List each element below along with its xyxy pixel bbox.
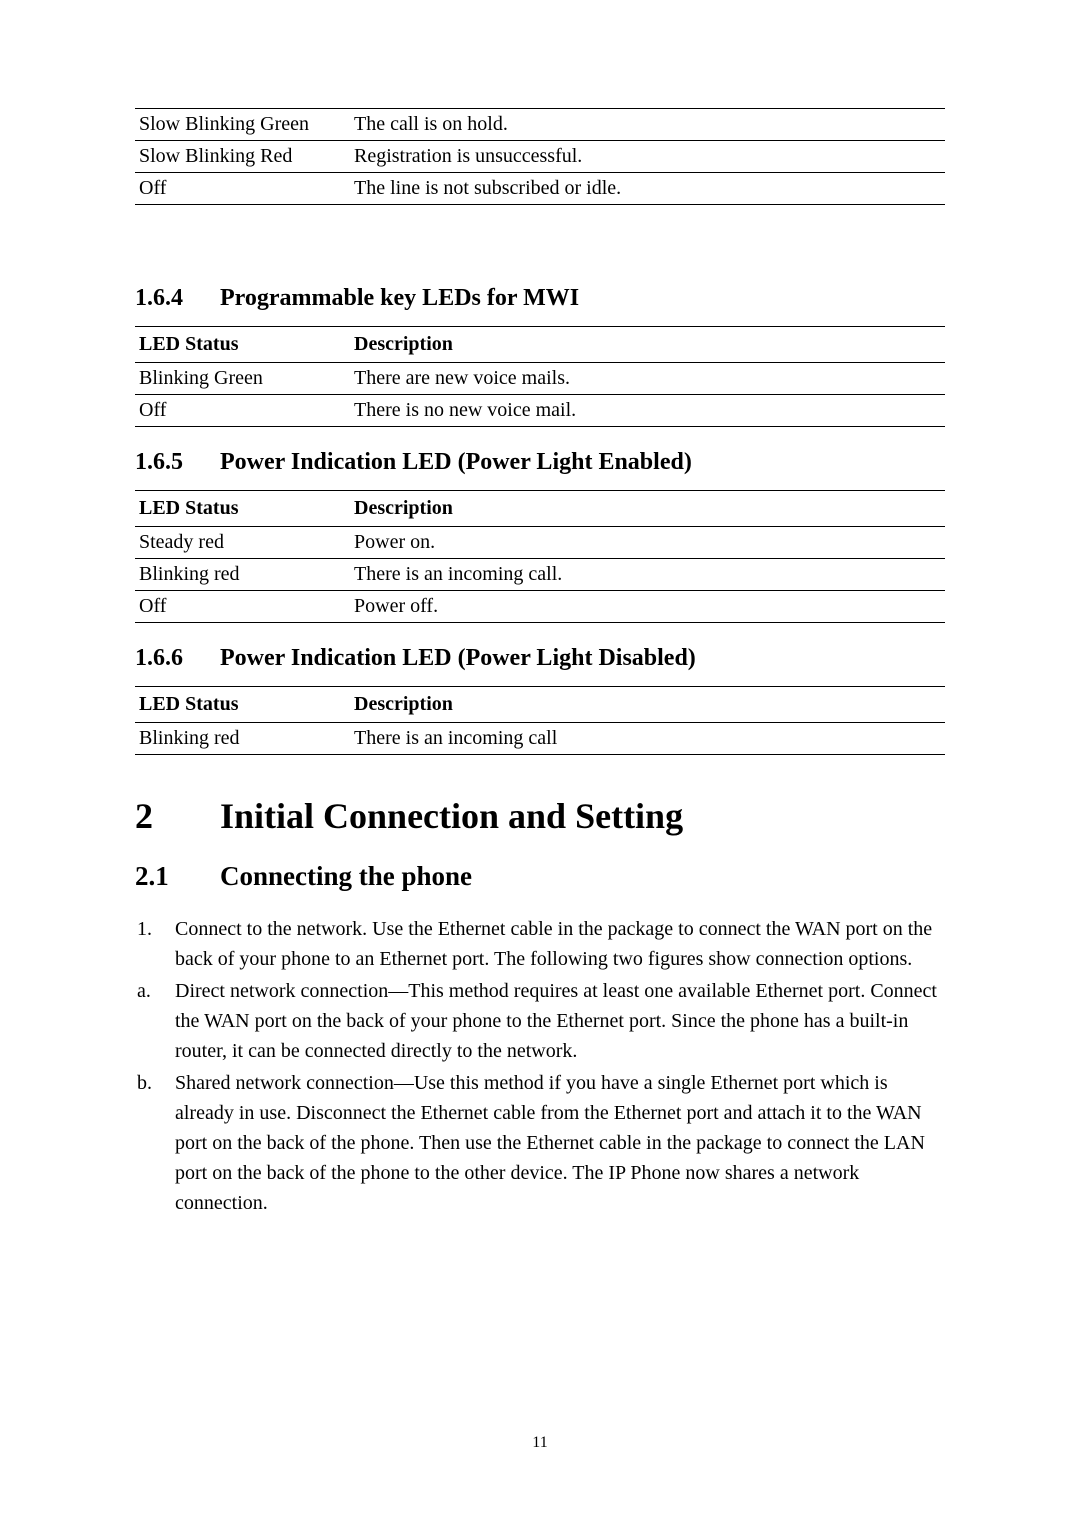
section-title: Programmable key LEDs for MWI [220, 285, 579, 312]
led-status-cell: Blinking red [135, 723, 350, 755]
section-number: 1.6.4 [135, 285, 220, 312]
led-desc-cell: There are new voice mails. [350, 363, 945, 395]
table-row: Blinking red There is an incoming call [135, 723, 945, 755]
table-header-desc: Description [350, 687, 945, 723]
list-marker: 1. [135, 914, 175, 974]
power-disabled-led-table: LED Status Description Blinking red Ther… [135, 686, 945, 755]
led-desc-cell: There is an incoming call. [350, 559, 945, 591]
led-table-continuation: Slow Blinking Green The call is on hold.… [135, 108, 945, 205]
list-item: 1. Connect to the network. Use the Ether… [135, 914, 945, 974]
list-item: a. Direct network connection—This method… [135, 976, 945, 1066]
section-title: Connecting the phone [220, 861, 472, 892]
section-heading-165: 1.6.5 Power Indication LED (Power Light … [135, 449, 945, 476]
table-header-desc: Description [350, 327, 945, 363]
led-desc-cell: Registration is unsuccessful. [350, 141, 945, 173]
led-desc-cell: Power on. [350, 527, 945, 559]
table-row: Off Power off. [135, 591, 945, 623]
page-number: 11 [0, 1434, 1080, 1452]
table-row: Slow Blinking Red Registration is unsucc… [135, 141, 945, 173]
table-header-status: LED Status [135, 491, 350, 527]
led-desc-cell: There is an incoming call [350, 723, 945, 755]
led-status-cell: Blinking Green [135, 363, 350, 395]
table-row: Off There is no new voice mail. [135, 395, 945, 427]
chapter-number: 2 [135, 795, 220, 837]
table-row: Slow Blinking Green The call is on hold. [135, 109, 945, 141]
section-heading-164: 1.6.4 Programmable key LEDs for MWI [135, 285, 945, 312]
led-status-cell: Slow Blinking Green [135, 109, 350, 141]
section-number: 1.6.5 [135, 449, 220, 476]
list-text: Shared network connection—Use this metho… [175, 1068, 945, 1218]
table-header-status: LED Status [135, 327, 350, 363]
section-number: 2.1 [135, 861, 220, 892]
list-item: b. Shared network connection—Use this me… [135, 1068, 945, 1218]
chapter-heading-2: 2 Initial Connection and Setting [135, 795, 945, 837]
page-content: Slow Blinking Green The call is on hold.… [135, 108, 945, 1218]
led-status-cell: Steady red [135, 527, 350, 559]
list-text: Direct network connection—This method re… [175, 976, 945, 1066]
chapter-title: Initial Connection and Setting [220, 795, 683, 837]
led-desc-cell: The call is on hold. [350, 109, 945, 141]
led-status-cell: Slow Blinking Red [135, 141, 350, 173]
list-text: Connect to the network. Use the Ethernet… [175, 914, 945, 974]
section-title: Power Indication LED (Power Light Disabl… [220, 645, 696, 672]
table-header-status: LED Status [135, 687, 350, 723]
led-desc-cell: The line is not subscribed or idle. [350, 173, 945, 205]
section-title: Power Indication LED (Power Light Enable… [220, 449, 692, 476]
table-header-desc: Description [350, 491, 945, 527]
section-number: 1.6.6 [135, 645, 220, 672]
led-desc-cell: Power off. [350, 591, 945, 623]
section-heading-21: 2.1 Connecting the phone [135, 861, 945, 892]
led-status-cell: Off [135, 395, 350, 427]
table-row: Steady red Power on. [135, 527, 945, 559]
table-row: Off The line is not subscribed or idle. [135, 173, 945, 205]
led-status-cell: Off [135, 173, 350, 205]
connecting-phone-list: 1. Connect to the network. Use the Ether… [135, 914, 945, 1218]
power-enabled-led-table: LED Status Description Steady red Power … [135, 490, 945, 623]
table-row: Blinking red There is an incoming call. [135, 559, 945, 591]
led-status-cell: Off [135, 591, 350, 623]
led-status-cell: Blinking red [135, 559, 350, 591]
list-marker: a. [135, 976, 175, 1066]
section-heading-166: 1.6.6 Power Indication LED (Power Light … [135, 645, 945, 672]
list-marker: b. [135, 1068, 175, 1218]
mwi-led-table: LED Status Description Blinking Green Th… [135, 326, 945, 427]
table-row: Blinking Green There are new voice mails… [135, 363, 945, 395]
led-desc-cell: There is no new voice mail. [350, 395, 945, 427]
